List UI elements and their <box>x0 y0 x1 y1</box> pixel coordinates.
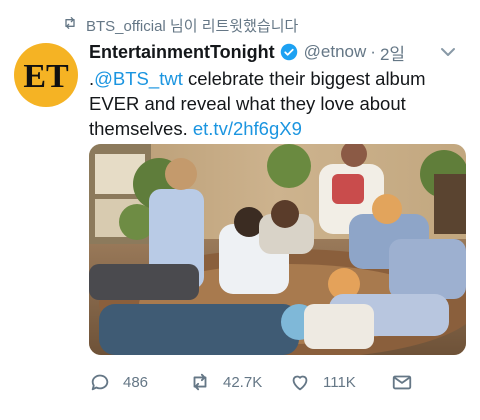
author-avatar[interactable]: ET <box>14 43 78 107</box>
tweet-header: EntertainmentTonight @etnow · 2일 <box>89 39 466 65</box>
separator-dot: · <box>370 42 376 61</box>
et-logo: ET <box>23 58 69 95</box>
tweet-time[interactable]: 2일 <box>380 40 405 65</box>
tweet-actions: 486 42.7K 111K <box>89 369 429 395</box>
reply-icon <box>91 374 109 391</box>
like-count: 111K <box>323 373 356 391</box>
tweet-photo[interactable] <box>89 144 466 355</box>
author-handle[interactable]: @etnow <box>304 42 367 62</box>
mention-link[interactable]: @BTS_twt <box>94 68 183 89</box>
envelope-icon <box>392 375 412 390</box>
retweet-icon <box>193 373 207 391</box>
author-name[interactable]: EntertainmentTonight <box>89 42 275 63</box>
tweet-text: .@BTS_twt celebrate their biggest album … <box>89 66 459 141</box>
retweet-button[interactable]: 42.7K <box>189 369 262 395</box>
like-button[interactable]: 111K <box>289 369 356 395</box>
url-link[interactable]: et.tv/2hf6gX9 <box>193 118 302 139</box>
retweet-context[interactable]: BTS_official 님이 리트윗했습니다 <box>62 14 298 36</box>
retweet-context-text: BTS_official 님이 리트윗했습니다 <box>86 17 299 35</box>
retweet-count: 42.7K <box>223 373 263 391</box>
reply-count: 486 <box>123 373 149 391</box>
heart-icon <box>292 375 308 391</box>
reply-button[interactable]: 486 <box>89 369 148 395</box>
svg-text:ET: ET <box>23 58 69 95</box>
verified-badge-icon <box>280 43 297 61</box>
chevron-down-icon[interactable] <box>440 46 456 58</box>
direct-message-button[interactable] <box>391 369 425 395</box>
retweet-icon <box>62 15 86 35</box>
group-photo-image <box>89 144 466 355</box>
